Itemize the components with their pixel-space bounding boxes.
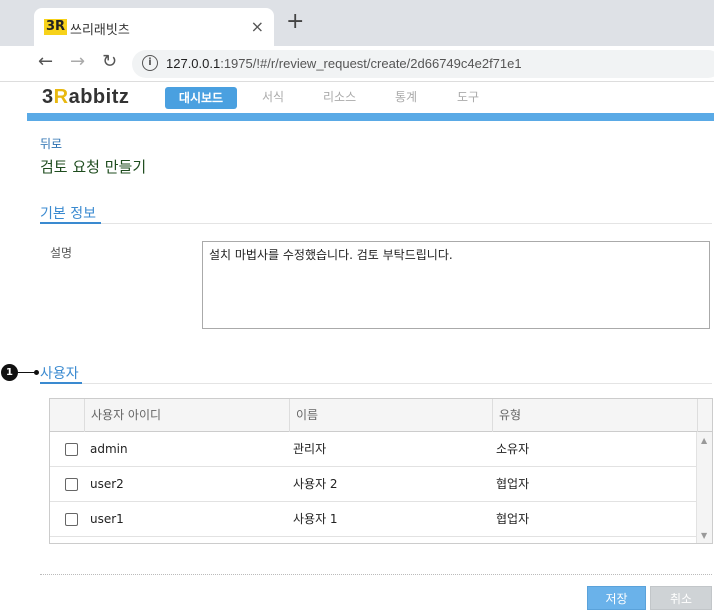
back-arrow-icon[interactable]: ← bbox=[38, 51, 53, 72]
cell-name: 사용자 2 bbox=[293, 477, 338, 491]
row-checkbox[interactable] bbox=[65, 513, 78, 526]
section-divider bbox=[40, 223, 712, 224]
page-title: 검토 요청 만들기 bbox=[40, 158, 147, 176]
column-header-type[interactable]: 유형 bbox=[492, 399, 697, 432]
forward-arrow-icon[interactable]: → bbox=[70, 51, 85, 72]
back-link[interactable]: 뒤로 bbox=[40, 135, 62, 152]
app-logo[interactable]: 3Rabbitz bbox=[42, 86, 129, 109]
url-path: :1975/!#/r/review_request/create/2d66749… bbox=[220, 56, 522, 71]
footer-divider bbox=[40, 574, 712, 575]
row-checkbox[interactable] bbox=[65, 478, 78, 491]
header-accent-bar bbox=[27, 113, 714, 121]
browser-tab[interactable]: 3R 쓰리래빗츠 × bbox=[34, 8, 274, 46]
nav-tools[interactable]: 도구 bbox=[457, 88, 479, 105]
table-row[interactable]: admin 관리자 소유자 bbox=[50, 432, 696, 467]
url-text: 127.0.0.1:1975/!#/r/review_request/creat… bbox=[166, 56, 522, 71]
nav-templates[interactable]: 서식 bbox=[262, 88, 284, 105]
cell-user-id: user2 bbox=[90, 477, 124, 491]
column-header-user-id[interactable]: 사용자 아이디 bbox=[84, 399, 289, 432]
app-header: 3Rabbitz 대시보드 서식 리소스 통계 도구 bbox=[27, 83, 714, 113]
site-info-icon[interactable]: i bbox=[142, 55, 158, 71]
column-header-spacer bbox=[697, 399, 712, 432]
table-row[interactable]: user1 사용자 1 협업자 bbox=[50, 502, 696, 537]
cell-type: 소유자 bbox=[496, 442, 530, 456]
logo-r: R bbox=[53, 86, 69, 108]
logo-digit: 3 bbox=[42, 86, 54, 108]
basic-info-section-title: 기본 정보 bbox=[40, 206, 96, 222]
column-header-name[interactable]: 이름 bbox=[289, 399, 492, 432]
cell-user-id: user1 bbox=[90, 512, 124, 526]
users-section-title: 사용자 bbox=[40, 366, 79, 382]
scroll-down-icon[interactable]: ▼ bbox=[701, 531, 707, 540]
reload-icon[interactable]: ↻ bbox=[102, 51, 117, 72]
table-row[interactable]: user2 사용자 2 협업자 bbox=[50, 467, 696, 502]
close-tab-icon[interactable]: × bbox=[251, 17, 264, 36]
description-label: 설명 bbox=[50, 246, 73, 260]
grid-scrollbar[interactable]: ▲ ▼ bbox=[696, 432, 712, 543]
tab-title: 쓰리래빗츠 bbox=[70, 23, 130, 38]
favicon-icon: 3R bbox=[44, 19, 68, 35]
nav-statistics[interactable]: 통계 bbox=[395, 88, 417, 105]
scroll-up-icon[interactable]: ▲ bbox=[701, 436, 707, 445]
browser-tab-strip: 3R 쓰리래빗츠 × + bbox=[0, 0, 714, 46]
address-bar[interactable]: i 127.0.0.1:1975/!#/r/review_request/cre… bbox=[132, 50, 714, 78]
logo-rest: abbitz bbox=[68, 86, 130, 108]
cell-user-id: admin bbox=[90, 442, 128, 456]
grid-header: 사용자 아이디 이름 유형 bbox=[50, 399, 712, 432]
annotation-dot bbox=[34, 370, 39, 375]
description-textarea[interactable]: 설치 마법사를 수정했습니다. 검토 부탁드립니다. bbox=[202, 241, 710, 329]
cell-name: 관리자 bbox=[293, 442, 327, 456]
section-underline bbox=[40, 382, 82, 384]
nav-dashboard[interactable]: 대시보드 bbox=[165, 87, 237, 109]
row-checkbox[interactable] bbox=[65, 443, 78, 456]
new-tab-button[interactable]: + bbox=[286, 11, 304, 33]
cell-type: 협업자 bbox=[496, 477, 530, 491]
nav-resources[interactable]: 리소스 bbox=[323, 88, 356, 105]
section-divider bbox=[40, 383, 712, 384]
url-host: 127.0.0.1 bbox=[166, 56, 221, 71]
cell-type: 협업자 bbox=[496, 512, 530, 526]
users-grid: 사용자 아이디 이름 유형 admin 관리자 소유자 user2 사용자 2 … bbox=[49, 398, 713, 544]
section-underline bbox=[40, 222, 101, 224]
cancel-button[interactable]: 취소 bbox=[650, 586, 712, 610]
save-button[interactable]: 저장 bbox=[587, 586, 646, 610]
cell-name: 사용자 1 bbox=[293, 512, 338, 526]
browser-toolbar: ← → ↻ i 127.0.0.1:1975/!#/r/review_reque… bbox=[0, 46, 714, 82]
annotation-marker: 1 bbox=[1, 364, 18, 381]
